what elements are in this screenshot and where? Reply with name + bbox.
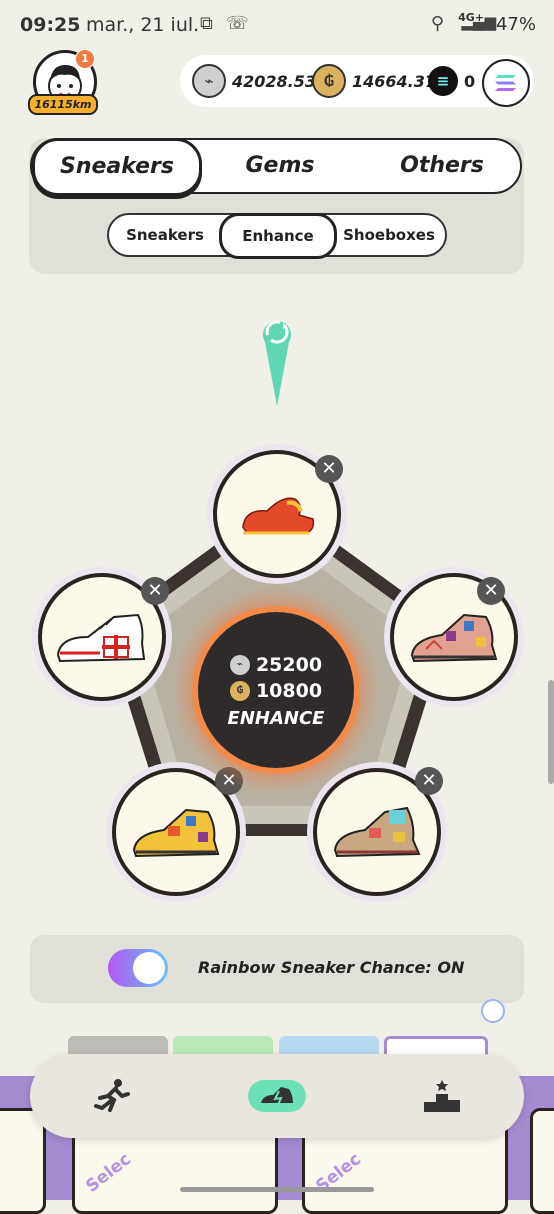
gst-balance: ⌁ 42028.53 — [192, 55, 316, 107]
close-icon[interactable]: ✕ — [477, 577, 505, 605]
sub-tabs: Sneakers Enhance Shoeboxes — [107, 213, 447, 259]
white-red-cross-sneaker-icon — [56, 613, 146, 663]
home-indicator[interactable] — [180, 1187, 374, 1192]
status-date: mar., 21 iul. — [86, 14, 200, 36]
screenshot-icon: ⧉ — [200, 13, 213, 34]
gmt-coin-icon: ₲ — [229, 680, 250, 701]
tab-others[interactable]: Others — [360, 140, 524, 192]
red-sneaker-icon — [242, 497, 315, 535]
nav-leaderboard[interactable] — [402, 1054, 482, 1138]
toggle-knob — [133, 952, 165, 984]
notification-badge: 1 — [75, 49, 95, 69]
gst-coin-icon: ⌁ — [229, 654, 250, 675]
close-icon[interactable]: ✕ — [415, 767, 443, 795]
running-person-icon — [94, 1079, 130, 1112]
balance-bar: ⌁ 42028.53 ₲ 14664.37 ≡ 0 — [180, 55, 534, 107]
enhance-button[interactable]: ⌁ 25200 ₲ 10800 ENHANCE — [198, 612, 354, 768]
gst-coin-icon: ⌁ — [192, 64, 226, 98]
refresh-pin[interactable] — [255, 312, 299, 412]
solana-icon — [495, 75, 516, 91]
nav-run[interactable] — [72, 1054, 152, 1138]
floating-indicator[interactable] — [481, 999, 505, 1023]
rainbow-toggle[interactable] — [108, 949, 168, 987]
whatsapp-icon: ☏ — [226, 13, 249, 34]
select-tag: Selec — [82, 1149, 135, 1197]
gmt-value: 14664.37 — [352, 71, 437, 91]
close-icon[interactable]: ✕ — [315, 455, 343, 483]
scrollbar[interactable] — [548, 680, 554, 784]
sneaker-lightning-icon — [261, 1087, 293, 1108]
multicolor-sneaker-icon — [333, 806, 421, 858]
distance-badge: 16115km — [28, 94, 98, 115]
sneaker-card[interactable] — [530, 1108, 554, 1214]
subtab-shoeboxes[interactable]: Shoeboxes — [333, 215, 445, 255]
location-icon: ⚲ — [430, 13, 444, 34]
gst-cost-row: ⌁ 25200 — [229, 653, 323, 676]
tab-sneakers[interactable]: Sneakers — [32, 138, 202, 196]
main-tabs: Sneakers Gems Others — [30, 138, 524, 196]
sol-balance: ≡ 0 — [428, 55, 475, 107]
status-time: 09:25 — [20, 14, 81, 36]
close-icon[interactable]: ✕ — [141, 577, 169, 605]
gst-value: 42028.53 — [232, 71, 317, 91]
gmt-coin-icon: ₲ — [312, 64, 346, 98]
subtab-sneakers[interactable]: Sneakers — [109, 215, 221, 255]
refresh-icon — [263, 320, 291, 406]
sneaker-card[interactable] — [0, 1108, 46, 1214]
gmt-cost: 10800 — [255, 679, 323, 702]
sol-coin-icon: ≡ — [428, 66, 458, 96]
sol-value: 0 — [464, 71, 476, 91]
enhance-label: ENHANCE — [227, 707, 325, 729]
subtab-enhance[interactable]: Enhance — [219, 213, 337, 259]
close-icon[interactable]: ✕ — [215, 767, 243, 795]
solana-wallet-button[interactable] — [482, 59, 530, 107]
rainbow-label: Rainbow Sneaker Chance: ON — [198, 958, 465, 977]
status-bar: 09:25 mar., 21 iul. ⧉ ☏ ⚲ 4G+ ▂▄▆ 47% — [0, 0, 554, 54]
yellow-patterned-sneaker-icon — [132, 808, 220, 858]
signal-icon: ▂▄▆ — [461, 13, 496, 31]
gmt-cost-row: ₲ 10800 — [229, 679, 323, 702]
bottom-nav — [30, 1054, 524, 1138]
nav-sneaker[interactable] — [237, 1054, 317, 1138]
podium-icon — [424, 1080, 460, 1112]
battery-level: 47% — [495, 14, 536, 35]
nav-active-pill — [248, 1080, 306, 1112]
gmt-balance: ₲ 14664.37 — [312, 55, 436, 107]
patterned-sneaker-icon — [410, 613, 498, 663]
tab-gems[interactable]: Gems — [198, 140, 362, 192]
gst-cost: 25200 — [255, 653, 323, 676]
